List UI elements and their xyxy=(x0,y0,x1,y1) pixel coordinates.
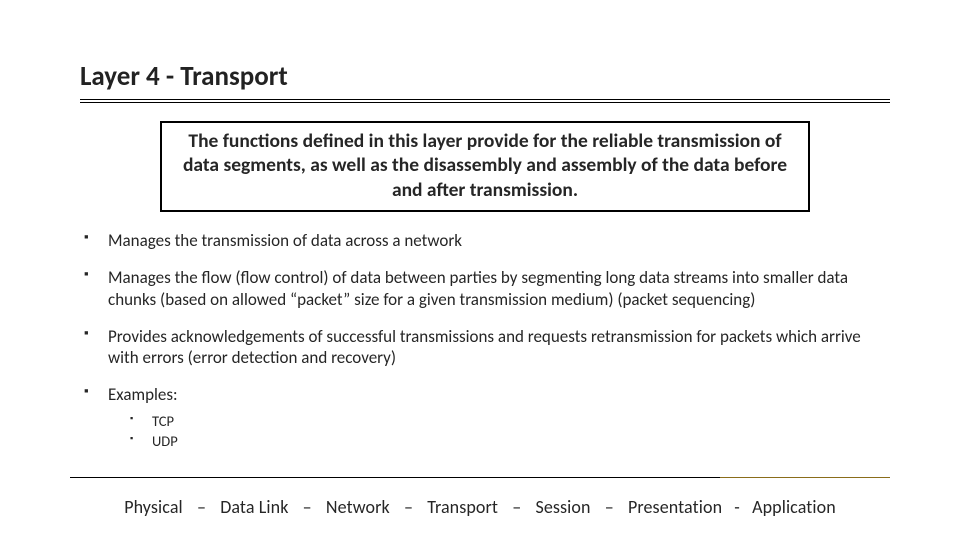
layer-presentation: Presentation xyxy=(628,496,722,518)
layer-datalink: Data Link xyxy=(220,496,288,518)
sub-bullet-list: TCP UDP xyxy=(108,412,890,450)
footer-rule xyxy=(70,477,890,478)
layer-transport: Transport xyxy=(427,496,498,518)
bullet-label: Examples: xyxy=(108,384,178,405)
layer-physical: Physical xyxy=(124,496,183,518)
separator: – xyxy=(187,496,216,518)
bullet-item: Manages the transmission of data across … xyxy=(80,230,890,251)
summary-box: The functions defined in this layer prov… xyxy=(160,121,810,212)
bullet-item-examples: Examples: TCP UDP xyxy=(80,384,890,450)
layer-application: Application xyxy=(752,496,836,518)
separator: – xyxy=(595,496,624,518)
page-title: Layer 4 - Transport xyxy=(80,60,890,93)
layer-session: Session xyxy=(535,496,590,518)
title-rule xyxy=(80,99,890,103)
layer-breadcrumb: Physical – Data Link – Network – Transpo… xyxy=(0,496,960,518)
sub-bullet-item: UDP xyxy=(108,432,890,450)
separator: – xyxy=(394,496,423,518)
separator: – xyxy=(293,496,322,518)
bullet-item: Manages the flow (flow control) of data … xyxy=(80,267,890,310)
sub-bullet-item: TCP xyxy=(108,412,890,430)
separator: – xyxy=(502,496,531,518)
bullet-item: Provides acknowledgements of successful … xyxy=(80,326,890,369)
layer-network: Network xyxy=(326,496,390,518)
slide: Layer 4 - Transport The functions define… xyxy=(0,0,960,540)
bullet-list: Manages the transmission of data across … xyxy=(80,230,890,450)
separator: - xyxy=(726,496,748,518)
